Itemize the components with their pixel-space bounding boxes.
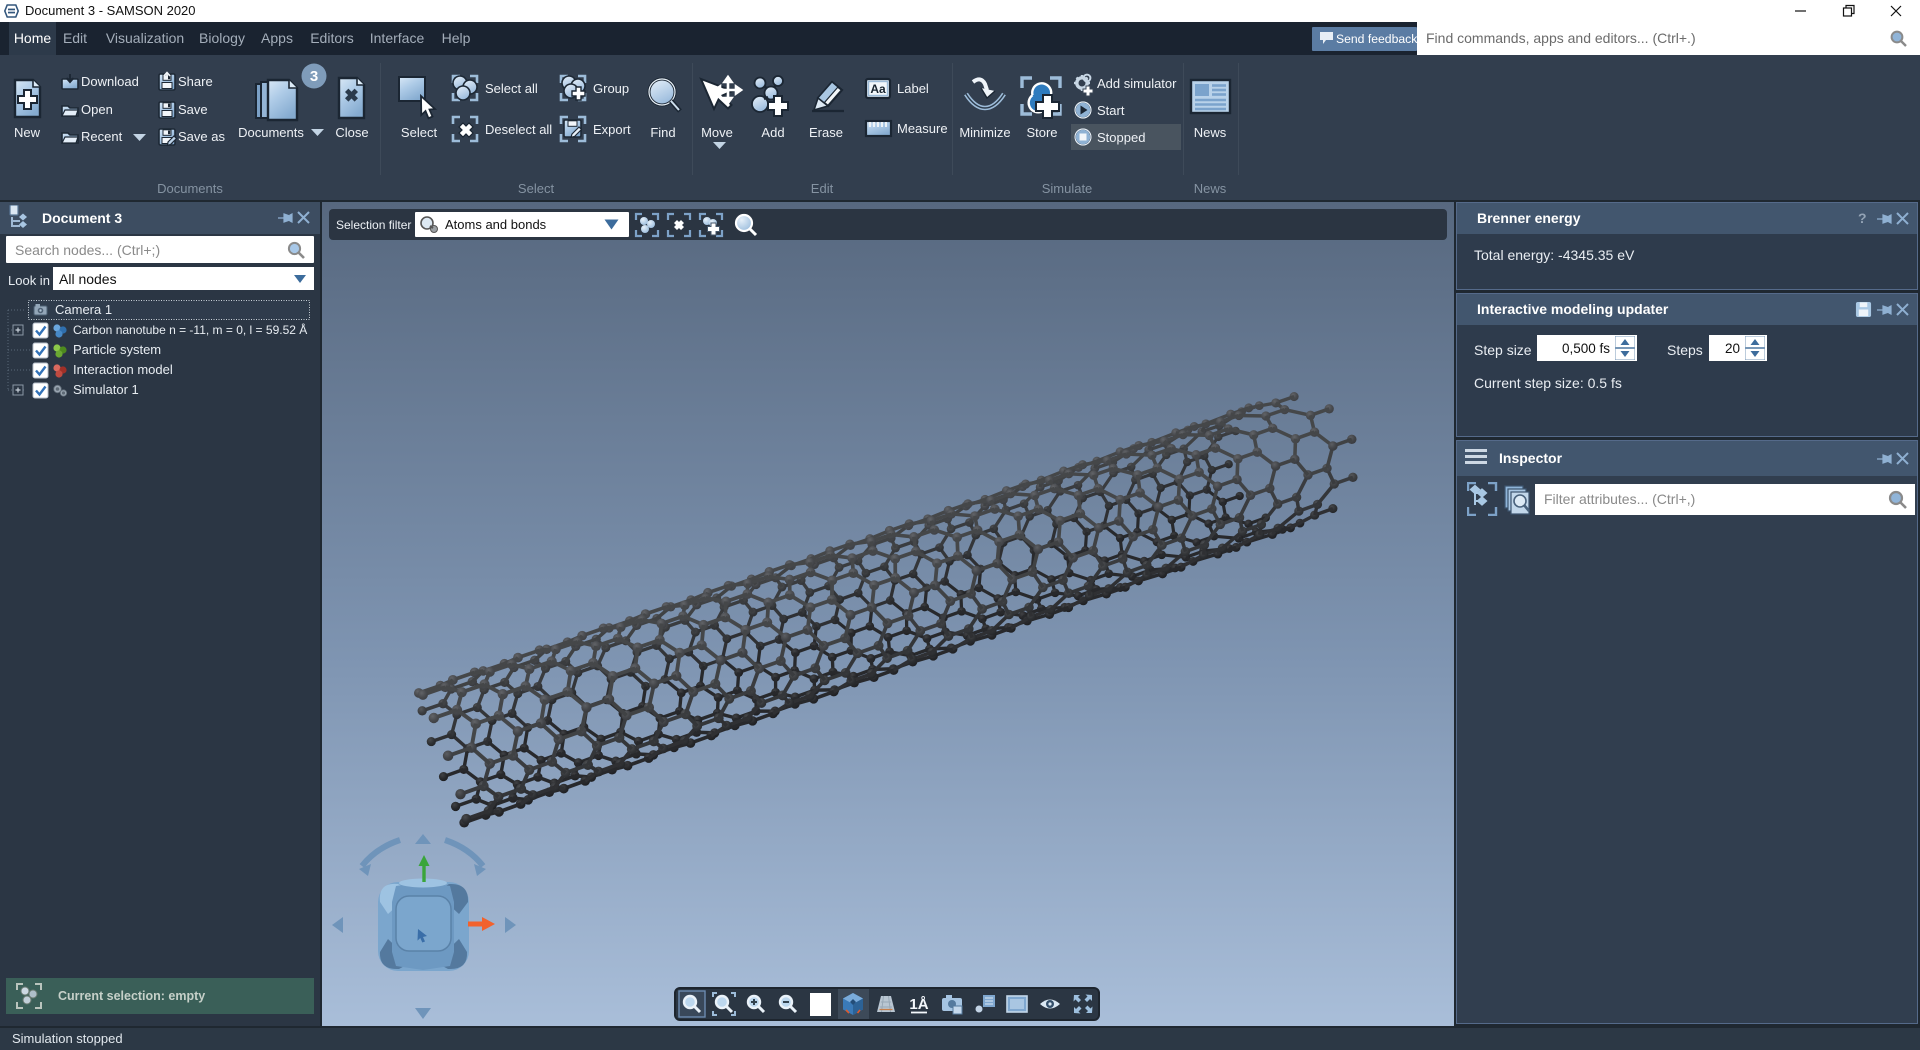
svg-text:Particle system: Particle system (73, 342, 161, 357)
svg-text:1Å: 1Å (909, 996, 928, 1013)
svg-text:Carbon nanotube n = -11, m = 0: Carbon nanotube n = -11, m = 0, l = 59.5… (73, 322, 307, 337)
svg-text:Camera 1: Camera 1 (55, 302, 112, 317)
svg-text:Interaction model: Interaction model (73, 362, 173, 377)
svg-text:Aa: Aa (870, 82, 886, 96)
svg-text:Simulator 1: Simulator 1 (73, 382, 139, 397)
svg-text:3: 3 (310, 68, 318, 85)
